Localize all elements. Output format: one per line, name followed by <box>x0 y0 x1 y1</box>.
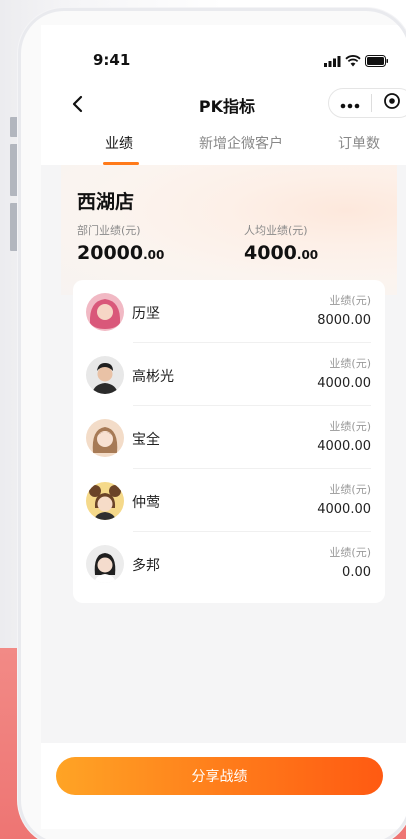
member-name: 历坚 <box>132 306 160 322</box>
wifi-icon <box>345 52 361 71</box>
close-target-icon <box>383 92 401 114</box>
performance-label: 业绩(元) <box>329 483 371 496</box>
store-summary-card: 西湖店 部门业绩(元) 20000.00 人均业绩(元) 4000.00 <box>61 165 397 295</box>
avg-performance-label: 人均业绩(元) <box>244 224 308 237</box>
more-button[interactable] <box>329 89 371 117</box>
share-achievement-button[interactable]: 分享战绩 <box>56 757 383 795</box>
status-time: 9:41 <box>93 51 131 69</box>
performance-label: 业绩(元) <box>329 294 371 307</box>
performance-label: 业绩(元) <box>329 420 371 433</box>
avatar <box>86 545 124 583</box>
avg-performance-value: 4000.00 <box>244 242 319 264</box>
side-decoration <box>10 203 18 251</box>
member-performance-list: 历坚 业绩(元) 8000.00 高彬光 业绩(元) 4000.00 宝全 业绩 <box>73 280 385 603</box>
list-item[interactable]: 历坚 业绩(元) 8000.00 <box>73 280 385 343</box>
performance-value: 4000.00 <box>317 502 371 517</box>
side-decoration <box>10 117 18 137</box>
tab-new-wecom-customers[interactable]: 新增企微客户 <box>199 133 283 153</box>
close-button[interactable] <box>372 89 406 117</box>
tab-bar: 业绩 新增企微客户 订单数 <box>41 133 406 165</box>
list-item[interactable]: 仲莺 业绩(元) 4000.00 <box>73 469 385 532</box>
performance-value: 4000.00 <box>317 439 371 454</box>
performance-label: 业绩(元) <box>329 546 371 559</box>
status-icons <box>324 52 389 71</box>
side-decoration <box>10 144 18 196</box>
list-item[interactable]: 宝全 业绩(元) 4000.00 <box>73 406 385 469</box>
member-name: 仲莺 <box>132 495 160 511</box>
battery-icon <box>365 52 389 71</box>
performance-label: 业绩(元) <box>329 357 371 370</box>
dept-performance-value: 20000.00 <box>77 242 165 264</box>
tab-performance[interactable]: 业绩 <box>105 133 133 153</box>
list-item[interactable]: 高彬光 业绩(元) 4000.00 <box>73 343 385 406</box>
performance-value: 8000.00 <box>317 313 371 328</box>
avatar <box>86 482 124 520</box>
top-bar: 9:41 PK指标 业绩 新增企微客户 订单数 <box>41 25 406 165</box>
mini-program-capsule <box>328 88 406 118</box>
performance-value: 4000.00 <box>317 376 371 391</box>
member-name: 宝全 <box>132 432 160 448</box>
tab-order-count[interactable]: 订单数 <box>338 133 380 153</box>
signal-icon <box>324 52 341 71</box>
avatar <box>86 293 124 331</box>
bottom-bar: 分享战绩 <box>41 743 406 829</box>
member-name: 高彬光 <box>132 369 174 385</box>
list-item[interactable]: 多邦 业绩(元) 0.00 <box>73 532 385 595</box>
more-dots-icon <box>340 94 360 113</box>
avatar <box>86 419 124 457</box>
performance-value: 0.00 <box>342 565 371 580</box>
avatar <box>86 356 124 394</box>
phone-frame: 9:41 PK指标 业绩 新增企微客户 订单数 西湖店 部门业绩(元) 2000… <box>18 8 406 839</box>
app-screen: 9:41 PK指标 业绩 新增企微客户 订单数 西湖店 部门业绩(元) 2000… <box>41 25 406 829</box>
store-name: 西湖店 <box>77 191 135 213</box>
member-name: 多邦 <box>132 558 160 574</box>
dept-performance-label: 部门业绩(元) <box>77 224 141 237</box>
